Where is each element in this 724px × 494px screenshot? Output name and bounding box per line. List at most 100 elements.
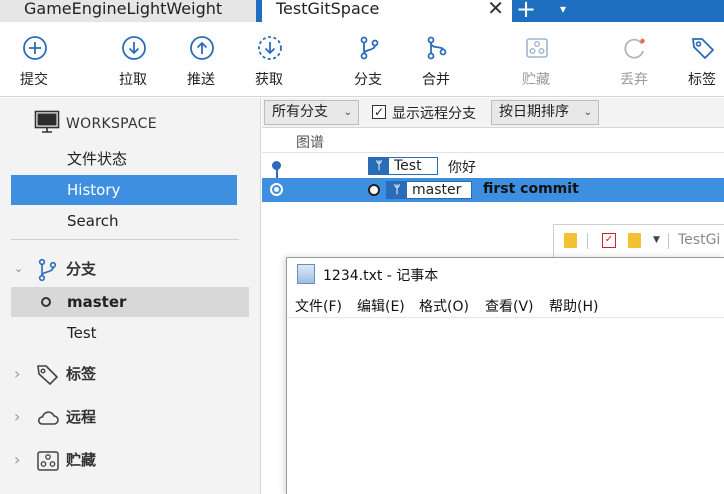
branch-item-test[interactable]: Test: [11, 318, 249, 348]
tab-menu-chevron-icon[interactable]: ▾: [560, 0, 566, 18]
push-up-arrow-icon: [190, 36, 214, 60]
branch-icon: ᛘ: [387, 182, 407, 198]
sort-dropdown[interactable]: 按日期排序 ⌄: [491, 100, 599, 125]
new-tab-button[interactable]: +: [516, 0, 536, 21]
chevron-right-icon[interactable]: ›: [14, 359, 20, 389]
tag-button[interactable]: 标签: [672, 22, 724, 97]
branch-label-text: master: [412, 182, 462, 198]
menu-file[interactable]: 文件(F): [295, 296, 342, 316]
discard-label: 丢弃: [620, 72, 648, 88]
sidebar-item-file-status[interactable]: 文件状态: [11, 144, 237, 174]
tab-label: GameEngineLightWeight: [24, 0, 223, 18]
notepad-title: 1234.txt - 记事本: [323, 268, 439, 284]
branch-icon: [360, 36, 379, 60]
tags-title: 标签: [66, 365, 97, 383]
commit-label: 提交: [20, 72, 48, 88]
branch-filter-dropdown[interactable]: 所有分支 ⌄: [264, 100, 359, 125]
toolbar-divider: [587, 233, 588, 249]
tab-testgitspace[interactable]: TestGitSpace ✕: [262, 0, 512, 22]
branch-icon: ᛘ: [369, 158, 389, 174]
pull-button[interactable]: 拉取: [103, 22, 163, 97]
stash-icon: [37, 451, 59, 471]
commit-message: 你好: [448, 160, 476, 176]
tag-label: 标签: [688, 72, 716, 88]
cloud-icon: [37, 411, 59, 425]
folder-icon: [564, 233, 577, 248]
fetch-label: 获取: [255, 72, 283, 88]
repo-tab-bar: GameEngineLightWeight TestGitSpace ✕ + ▾: [0, 0, 724, 22]
menu-format[interactable]: 格式(O): [419, 296, 469, 316]
main-toolbar: 提交 拉取 推送 获取 分支 合并 贮藏 丢弃 标签: [0, 22, 724, 97]
pull-label: 拉取: [119, 72, 147, 88]
stash-icon: [526, 38, 548, 58]
graph-column-header[interactable]: 图谱: [296, 132, 324, 152]
graph-node-current: [270, 183, 283, 196]
chevron-right-icon[interactable]: ›: [14, 445, 20, 475]
commit-row[interactable]: ᛘ Test 你好: [262, 154, 724, 185]
close-icon[interactable]: ✕: [487, 0, 504, 18]
branch-label-text: Test: [394, 158, 422, 174]
show-remote-label[interactable]: 显示远程分支: [392, 103, 476, 123]
show-remote-checkbox[interactable]: ✓: [372, 105, 386, 119]
stash-label: 贮藏: [522, 72, 550, 88]
branch-label: Test: [67, 324, 97, 342]
chevron-down-icon: ⌄: [343, 107, 352, 118]
tab-label: TestGitSpace: [276, 0, 380, 18]
merge-button[interactable]: 合并: [406, 22, 466, 97]
head-indicator-icon: [368, 184, 380, 196]
chevron-right-icon[interactable]: ›: [14, 402, 20, 432]
notepad-icon: [297, 264, 315, 284]
workspace-title: WORKSPACE: [66, 116, 157, 132]
remotes-title: 远程: [66, 408, 97, 426]
branch-filter-value: 所有分支: [272, 104, 328, 120]
menu-view[interactable]: 查看(V): [485, 296, 534, 316]
stash-button[interactable]: 贮藏: [506, 22, 566, 97]
notepad-title-bar[interactable]: 1234.txt - 记事本: [287, 258, 724, 290]
tab-gameenginelightweight[interactable]: GameEngineLightWeight: [0, 0, 256, 22]
sort-value: 按日期排序: [499, 104, 569, 120]
menu-edit[interactable]: 编辑(E): [357, 296, 405, 316]
file-explorer-window[interactable]: ✓ ▼ TestGi: [553, 224, 724, 258]
new-folder-icon[interactable]: [628, 233, 641, 248]
notepad-window[interactable]: 1234.txt - 记事本 文件(F) 编辑(E) 格式(O) 查看(V) 帮…: [286, 257, 724, 494]
notepad-menubar: 文件(F) 编辑(E) 格式(O) 查看(V) 帮助(H): [287, 292, 724, 318]
quick-access-chevron-icon[interactable]: ▼: [653, 235, 660, 245]
branch-label: master: [67, 293, 127, 311]
branch-button[interactable]: 分支: [338, 22, 398, 97]
commit-message: first commit: [483, 181, 579, 197]
tag-icon: [37, 365, 58, 385]
monitor-icon: [34, 110, 60, 133]
menu-help[interactable]: 帮助(H): [549, 296, 598, 316]
branches-title: 分支: [66, 260, 97, 278]
tag-icon: [692, 38, 714, 59]
fetch-dashed-arrow-icon: [258, 36, 282, 60]
branch-icon: [38, 258, 57, 282]
sidebar-item-history[interactable]: History: [11, 175, 237, 205]
stashes-title: 贮藏: [66, 451, 97, 469]
sidebar: WORKSPACE 文件状态 History Search ⌄ 分支 maste…: [0, 98, 261, 494]
discard-icon: [624, 38, 645, 59]
toolbar-divider: [668, 233, 669, 249]
sidebar-item-search[interactable]: Search: [11, 206, 237, 236]
current-branch-dot-icon: [41, 297, 51, 307]
branch-item-master[interactable]: master: [11, 287, 249, 317]
discard-button[interactable]: 丢弃: [604, 22, 664, 97]
push-label: 推送: [187, 72, 215, 88]
history-column-header: 图谱: [262, 129, 724, 153]
properties-icon[interactable]: ✓: [602, 233, 616, 248]
branch-label-master[interactable]: ᛘ master: [386, 181, 472, 199]
chevron-down-icon[interactable]: ⌄: [14, 254, 23, 284]
notepad-text-area[interactable]: [287, 319, 724, 494]
branch-label-test[interactable]: ᛘ Test: [368, 157, 438, 175]
chevron-down-icon: ⌄: [583, 107, 592, 118]
merge-icon: [427, 36, 447, 60]
sidebar-divider: [11, 239, 239, 240]
history-filter-bar: 所有分支 ⌄ ✓ 显示远程分支 按日期排序 ⌄: [262, 98, 724, 128]
merge-label: 合并: [422, 72, 450, 88]
commit-row-selected[interactable]: ᛘ master first commit: [262, 178, 724, 202]
commit-button[interactable]: 提交: [4, 22, 64, 97]
push-button[interactable]: 推送: [171, 22, 231, 97]
fetch-button[interactable]: 获取: [239, 22, 299, 97]
pull-down-arrow-icon: [122, 36, 146, 60]
explorer-title: TestGi: [678, 232, 721, 248]
